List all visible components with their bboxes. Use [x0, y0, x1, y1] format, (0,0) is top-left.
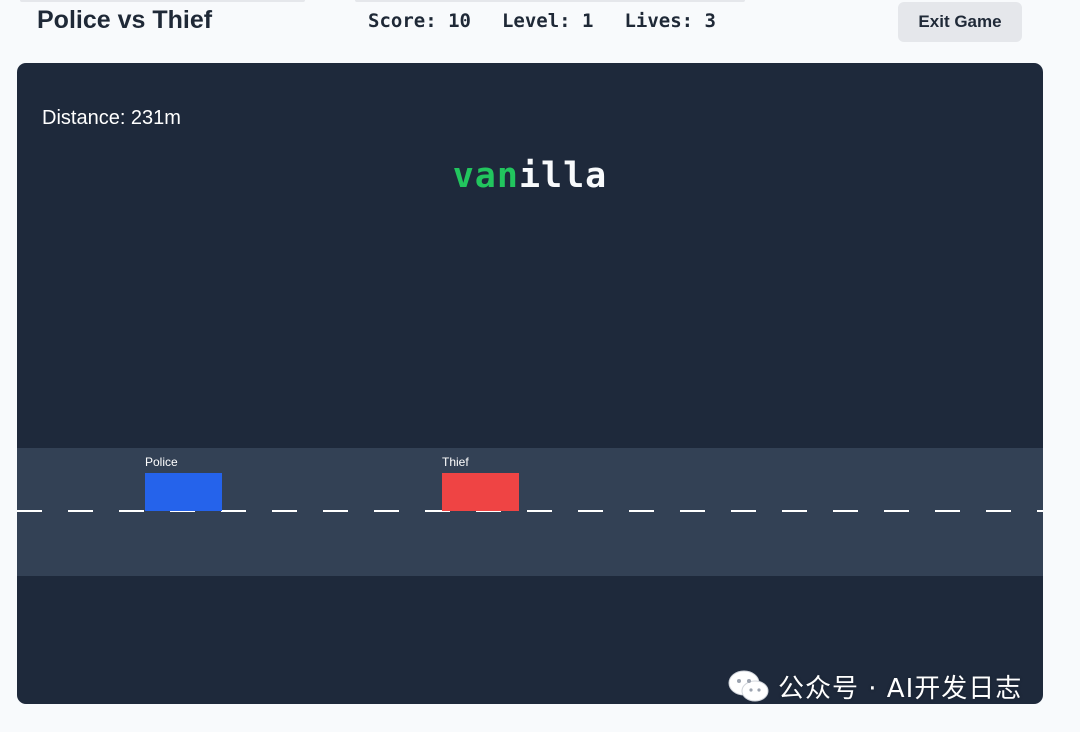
stats-bar: Score: 10 Level: 1 Lives: 3: [368, 10, 747, 32]
score-display: Score: 10: [368, 10, 471, 32]
level-display: Level: 1: [501, 10, 594, 32]
game-header: Police vs Thief Score: 10 Level: 1 Lives…: [0, 0, 1080, 50]
remaining-letters: illa: [518, 156, 608, 196]
thief-car: [442, 473, 519, 511]
game-title: Police vs Thief: [37, 6, 213, 34]
watermark-text: 公众号 · AI开发日志: [778, 674, 1023, 704]
distance-display: Distance: 231m: [42, 107, 181, 129]
thief-label: Thief: [442, 455, 469, 469]
road: Police Thief: [17, 448, 1043, 576]
target-word: vanilla: [17, 156, 1043, 196]
game-page: Police vs Thief Score: 10 Level: 1 Lives…: [0, 0, 1080, 732]
police-car: [145, 473, 222, 511]
watermark: 公众号 · AI开发日志: [728, 668, 1022, 705]
typed-letters: van: [452, 156, 519, 196]
lives-display: Lives: 3: [624, 10, 716, 32]
police-label: Police: [145, 455, 178, 469]
wechat-icon: [728, 670, 769, 701]
exit-game-button[interactable]: Exit Game: [898, 2, 1022, 42]
game-canvas[interactable]: Distance: 231m vanilla Police Thief: [17, 63, 1043, 704]
